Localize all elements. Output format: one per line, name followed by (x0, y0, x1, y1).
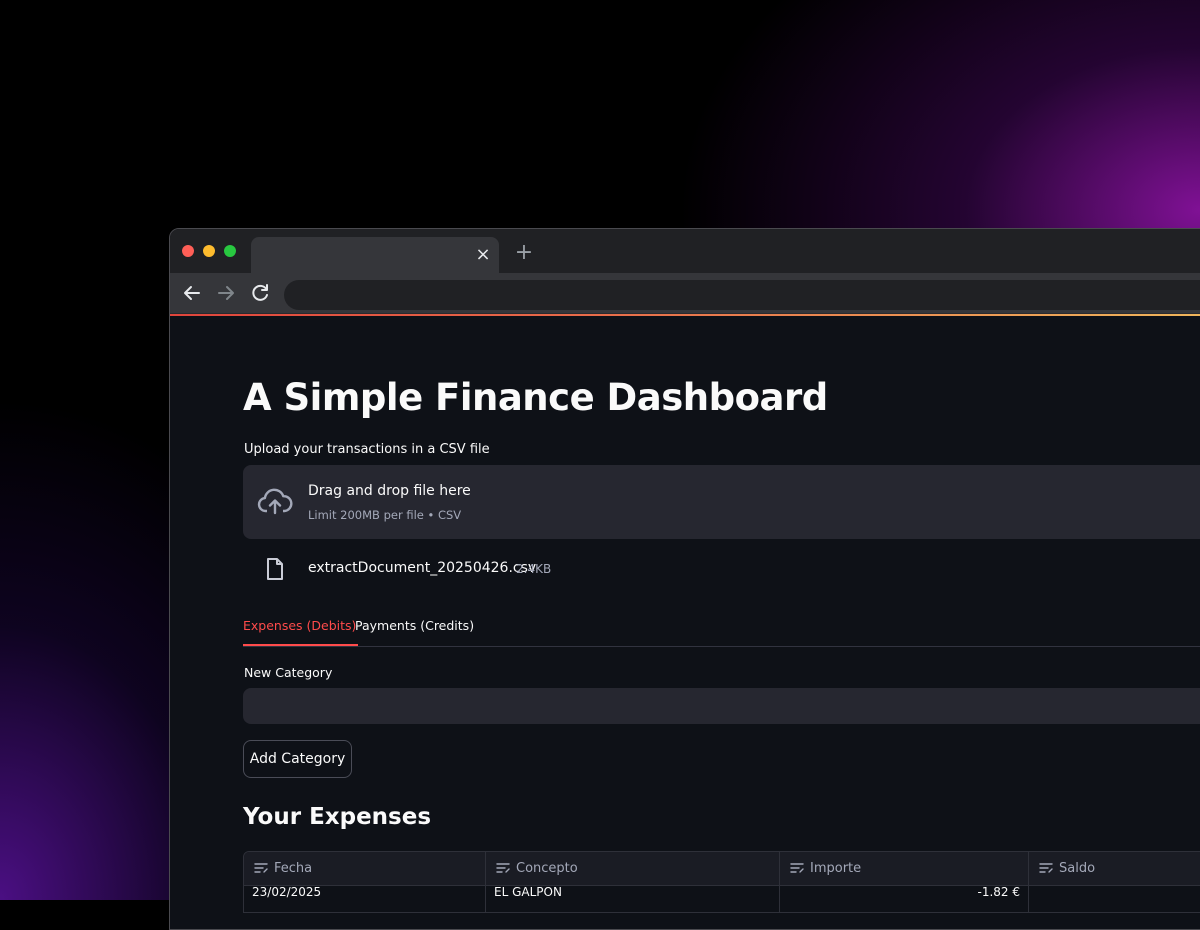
column-header-label: Fecha (274, 861, 313, 876)
close-window-button[interactable] (182, 245, 194, 257)
page-title: A Simple Finance Dashboard (243, 376, 828, 419)
tab-list: Expenses (Debits) Payments (Credits) (243, 614, 1200, 647)
column-header-importe[interactable]: Importe (780, 852, 1029, 885)
column-header-concepto[interactable]: Concepto (486, 852, 780, 885)
column-header-saldo[interactable]: Saldo (1029, 852, 1200, 885)
browser-tab[interactable]: × (251, 237, 499, 273)
text-column-icon (254, 863, 268, 873)
expenses-heading: Your Expenses (243, 804, 432, 830)
expenses-table[interactable]: Fecha Concepto Importe Saldo 23/02/2025 … (243, 851, 1200, 913)
dropzone-limit: Limit 200MB per file • CSV (308, 508, 462, 522)
table-cell[interactable] (1029, 886, 1200, 912)
column-header-label: Saldo (1059, 861, 1096, 876)
upload-label: Upload your transactions in a CSV file (244, 442, 490, 457)
dropzone-text: Drag and drop file here (308, 483, 471, 499)
column-header-fecha[interactable]: Fecha (244, 852, 486, 885)
text-column-icon (1039, 863, 1053, 873)
tab-close-icon[interactable]: × (473, 245, 493, 265)
column-header-label: Concepto (516, 861, 578, 876)
column-header-label: Importe (810, 861, 862, 876)
new-category-input[interactable] (243, 688, 1200, 724)
table-header: Fecha Concepto Importe Saldo (244, 852, 1200, 886)
table-cell[interactable]: 23/02/2025 (244, 886, 486, 912)
browser-toolbar (170, 273, 1200, 314)
table-cell[interactable]: -1.82 € (780, 886, 1029, 912)
file-icon (265, 557, 285, 581)
tab-expenses[interactable]: Expenses (Debits) (243, 618, 359, 646)
app-page: A Simple Finance Dashboard Upload your t… (170, 316, 1200, 929)
minimize-window-button[interactable] (203, 245, 215, 257)
address-bar[interactable] (284, 280, 1200, 310)
file-dropzone[interactable]: Drag and drop file here Limit 200MB per … (243, 465, 1200, 539)
uploaded-file: extractDocument_20250426.csv 2.4KB (243, 554, 643, 584)
table-row[interactable]: 23/02/2025 EL GALPON -1.82 € (244, 886, 1200, 912)
tab-bar: × + (170, 229, 1200, 273)
cloud-upload-icon (257, 487, 293, 517)
table-cell[interactable]: EL GALPON (486, 886, 780, 912)
file-size: 2.4KB (516, 562, 552, 576)
add-category-button[interactable]: Add Category (243, 740, 352, 778)
new-tab-button[interactable]: + (513, 242, 535, 264)
tab-payments[interactable]: Payments (Credits) (355, 618, 474, 644)
text-column-icon (496, 863, 510, 873)
maximize-window-button[interactable] (224, 245, 236, 257)
file-name: extractDocument_20250426.csv (308, 560, 537, 576)
reload-icon[interactable] (248, 281, 272, 305)
new-category-label: New Category (244, 665, 333, 680)
back-arrow-icon[interactable] (180, 281, 204, 305)
browser-window: × + A Simple Finance Dashboard Upload yo… (169, 228, 1200, 930)
forward-arrow-icon[interactable] (214, 281, 238, 305)
text-column-icon (790, 863, 804, 873)
